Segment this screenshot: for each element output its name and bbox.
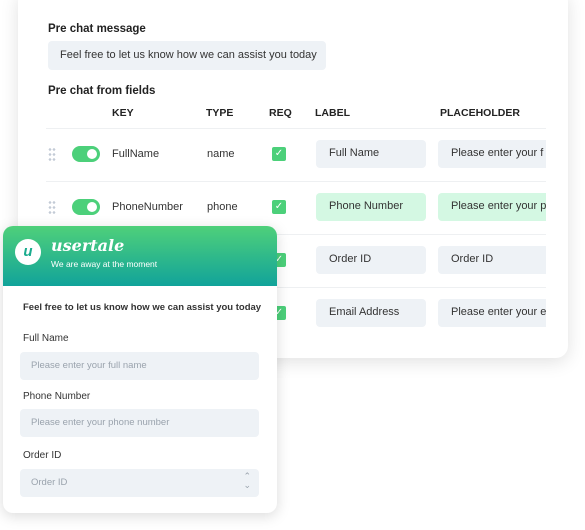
placeholder-input[interactable]: Please enter your p [438,193,546,221]
full-name-input[interactable]: Please enter your full name [20,352,259,380]
field-key: FullName [112,148,160,160]
field-key: PhoneNumber [112,201,183,213]
widget-header: u usertale We are away at the moment [3,226,277,286]
table-row: FullName name ✓ Full Name Please enter y… [46,128,546,181]
status-text: We are away at the moment [51,259,158,269]
field-label: Order ID [23,450,62,461]
drag-handle-icon[interactable] [48,200,56,214]
pre-chat-message-heading: Pre chat message [48,23,146,35]
placeholder-input[interactable]: Order ID [438,246,546,274]
brand-name: usertale [51,236,125,255]
placeholder-input[interactable]: Please enter your f [438,140,546,168]
field-type: phone [207,201,238,213]
label-input[interactable]: Full Name [316,140,426,168]
select-value: Order ID [31,477,68,488]
chat-widget-preview: u usertale We are away at the moment Fee… [3,226,277,513]
col-key: KEY [112,107,134,119]
enabled-toggle[interactable] [72,146,100,162]
required-checkbox[interactable]: ✓ [272,147,286,161]
usertale-logo-icon: u [15,239,41,265]
col-type: TYPE [206,107,234,119]
col-label: LABEL [315,107,350,119]
drag-handle-icon[interactable] [48,147,56,161]
required-checkbox[interactable]: ✓ [272,200,286,214]
phone-number-input[interactable]: Please enter your phone number [20,409,259,437]
col-placeholder: PLACEHOLDER [440,107,520,119]
enabled-toggle[interactable] [72,199,100,215]
widget-message: Feel free to let us know how we can assi… [23,302,262,313]
placeholder-input[interactable]: Please enter your e [438,299,546,327]
order-id-select[interactable]: Order ID ⌃ ⌄ [20,469,259,497]
pre-chat-message-input[interactable]: Feel free to let us know how we can assi… [48,41,326,70]
label-input[interactable]: Order ID [316,246,426,274]
field-type: name [207,148,235,160]
pre-chat-fields-heading: Pre chat from fields [48,85,156,97]
field-label: Phone Number [23,391,91,402]
field-label: Full Name [23,333,69,344]
label-input[interactable]: Phone Number [316,193,426,221]
col-req: REQ [269,107,292,119]
chevron-updown-icon: ⌃ ⌄ [243,471,251,490]
label-input[interactable]: Email Address [316,299,426,327]
